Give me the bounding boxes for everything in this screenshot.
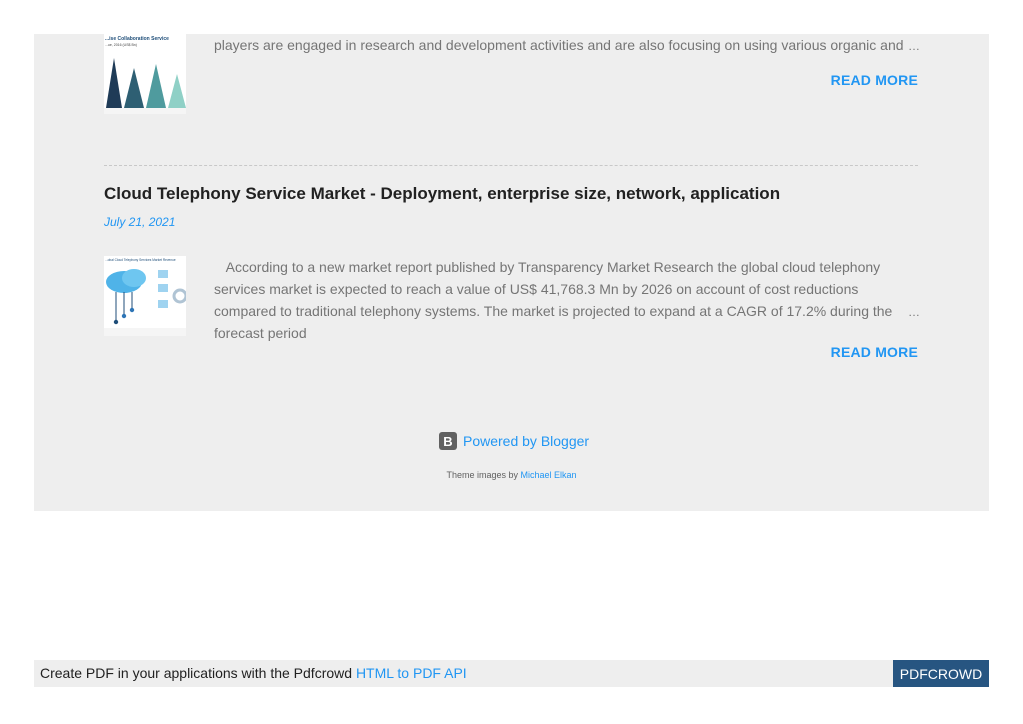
- cloud-telephony-infographic: ...obal Cloud Telephony Services Market …: [104, 256, 186, 336]
- powered-by-blogger-link[interactable]: B Powered by Blogger: [439, 431, 589, 451]
- snippet-ellipsis: …: [908, 305, 920, 319]
- thumbnail-title: ...ise Collaboration Service: [105, 36, 169, 42]
- read-more-link[interactable]: READ MORE: [831, 344, 918, 360]
- pdfcrowd-bar: Create PDF in your applications with the…: [34, 660, 989, 687]
- post-thumbnail[interactable]: ...obal Cloud Telephony Services Market …: [104, 256, 186, 336]
- thumbnail-subtitle: ...ue, 2016 (US$ Bn): [105, 43, 137, 47]
- powered-by-label: Powered by Blogger: [463, 433, 590, 449]
- post-title[interactable]: Cloud Telephony Service Market - Deploym…: [104, 184, 780, 204]
- collaboration-services-infographic: ...ise Collaboration Service ...ue, 2016…: [104, 34, 186, 114]
- theme-author-link[interactable]: Michael Elkan: [521, 470, 577, 480]
- pdfcrowd-brand-button[interactable]: PDFCROWD: [893, 660, 989, 687]
- pdfcrowd-message: Create PDF in your applications with the…: [40, 665, 353, 681]
- blogger-icon: B: [439, 432, 457, 450]
- post-date[interactable]: July 21, 2021: [104, 215, 175, 229]
- pdfcrowd-text: Create PDF in your applications with the…: [40, 665, 467, 681]
- post-snippet-text: According to a new market report publish…: [214, 259, 893, 341]
- post-snippet: According to a new market report publish…: [214, 256, 918, 344]
- pdfcrowd-api-link[interactable]: HTML to PDF API: [356, 665, 467, 681]
- post-divider: [104, 165, 918, 166]
- post-thumbnail[interactable]: ...ise Collaboration Service ...ue, 2016…: [104, 34, 186, 114]
- thumbnail-title: ...obal Cloud Telephony Services Market …: [105, 258, 176, 262]
- read-more-link[interactable]: READ MORE: [831, 72, 918, 88]
- theme-credit-prefix: Theme images by: [446, 470, 518, 480]
- theme-credit: Theme images by Michael Elkan: [0, 470, 1023, 480]
- snippet-ellipsis: …: [908, 39, 920, 53]
- post-snippet: players are engaged in research and deve…: [214, 37, 904, 53]
